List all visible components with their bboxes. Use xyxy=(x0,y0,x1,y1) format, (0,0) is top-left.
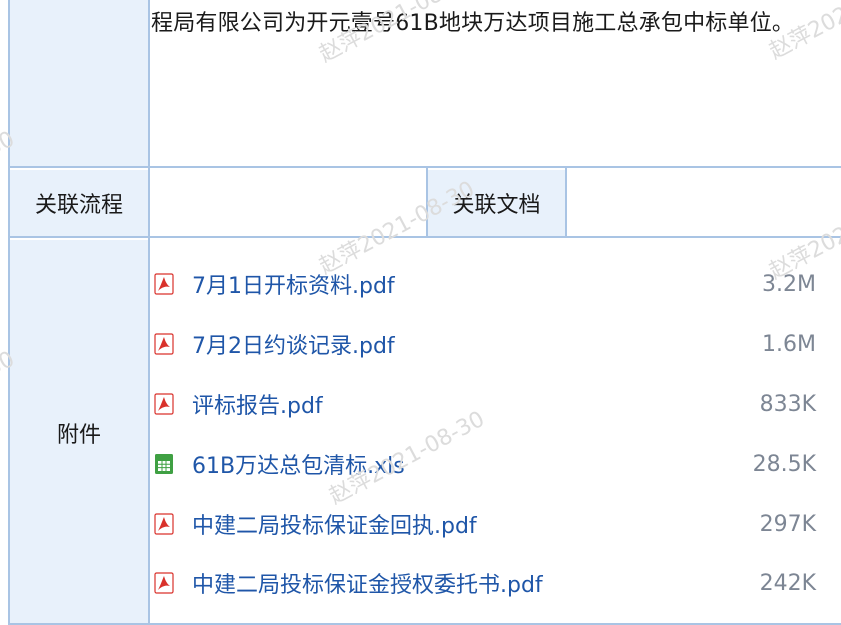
related-doc-label: 关联文档 xyxy=(452,193,541,218)
attachment-item[interactable]: 中建二局投标保证金回执.pdf 297K xyxy=(150,495,830,553)
row-divider-1 xyxy=(8,166,841,168)
attachment-name[interactable]: 中建二局投标保证金授权委托书.pdf xyxy=(192,567,543,599)
attachment-name[interactable]: 61B万达总包清标.xls xyxy=(192,448,405,480)
pdf-file-icon xyxy=(153,393,175,415)
attachment-name[interactable]: 7月1日开标资料.pdf xyxy=(192,268,395,300)
summary-label-cell xyxy=(10,0,148,166)
attachment-name[interactable]: 中建二局投标保证金回执.pdf xyxy=(192,508,477,540)
pdf-file-icon xyxy=(153,273,175,295)
attachment-size: 833K xyxy=(759,391,816,417)
attachment-name[interactable]: 7月2日约谈记录.pdf xyxy=(192,328,395,360)
attachment-item[interactable]: 7月1日开标资料.pdf 3.2M xyxy=(150,255,830,313)
attachment-size: 242K xyxy=(759,570,816,596)
summary-text: 程局有限公司为开元壹号61B地块万达项目施工总承包中标单位。 xyxy=(151,11,795,36)
attachment-item[interactable]: 7月2日约谈记录.pdf 1.6M xyxy=(150,315,830,373)
pdf-file-icon xyxy=(153,513,175,535)
attachment-item[interactable]: 评标报告.pdf 833K xyxy=(150,375,830,433)
attachment-item[interactable]: 中建二局投标保证金授权委托书.pdf 242K xyxy=(150,554,830,612)
row-divider-2 xyxy=(8,236,841,238)
attachment-size: 28.5K xyxy=(752,451,816,477)
related-process-value[interactable] xyxy=(150,170,426,236)
attachment-size: 3.2M xyxy=(762,271,816,297)
related-doc-value[interactable] xyxy=(567,170,841,236)
attachment-size: 297K xyxy=(759,511,816,537)
xls-file-icon xyxy=(153,453,175,475)
pdf-file-icon xyxy=(153,572,175,594)
related-process-label: 关联流程 xyxy=(34,193,123,218)
attachment-name[interactable]: 评标报告.pdf xyxy=(192,388,323,420)
attachment-item[interactable]: 61B万达总包清标.xls 28.5K xyxy=(150,435,830,493)
pdf-file-icon xyxy=(153,333,175,355)
attachments-label: 附件 xyxy=(56,422,101,448)
attachment-size: 1.6M xyxy=(762,331,816,357)
